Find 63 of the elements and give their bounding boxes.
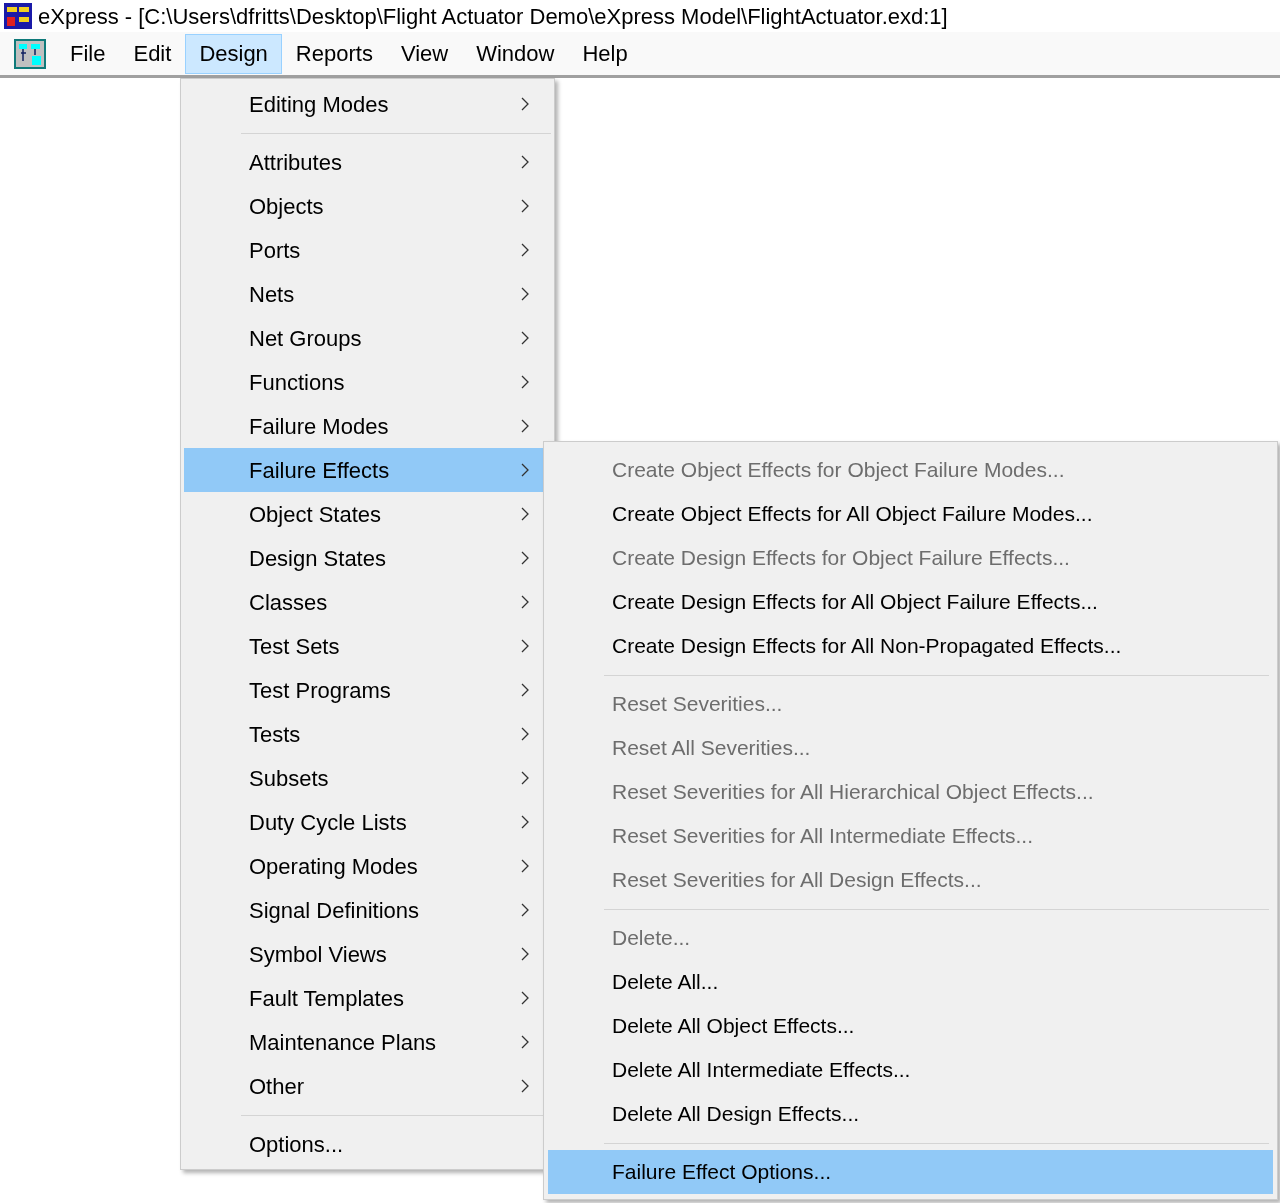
chevron-right-icon bbox=[521, 375, 529, 389]
chevron-right-icon bbox=[521, 97, 529, 111]
menu-bar-item[interactable]: Help bbox=[568, 33, 642, 74]
chevron-right-icon bbox=[521, 727, 529, 741]
menu-item[interactable]: Tests bbox=[184, 712, 551, 756]
menu-item[interactable]: Duty Cycle Lists bbox=[184, 800, 551, 844]
chevron-right-icon bbox=[521, 507, 529, 521]
menu-item[interactable]: Signal Definitions bbox=[184, 888, 551, 932]
menu-item[interactable]: Ports bbox=[184, 228, 551, 272]
chevron-right-icon bbox=[521, 551, 529, 565]
chevron-right-icon bbox=[521, 991, 529, 1005]
chevron-right-icon bbox=[521, 463, 529, 477]
menu-item[interactable]: Functions bbox=[184, 360, 551, 404]
chevron-right-icon bbox=[521, 419, 529, 433]
menu-bar-item[interactable]: Design bbox=[185, 33, 282, 74]
menu-item[interactable]: Editing Modes bbox=[184, 82, 551, 126]
menu-item[interactable]: Delete All Intermediate Effects... bbox=[548, 1048, 1273, 1092]
menu-item[interactable]: Symbol Views bbox=[184, 932, 551, 976]
chevron-right-icon bbox=[521, 683, 529, 697]
chevron-right-icon bbox=[521, 947, 529, 961]
chevron-right-icon bbox=[521, 815, 529, 829]
chevron-right-icon bbox=[521, 903, 529, 917]
menu-item[interactable]: Delete All Design Effects... bbox=[548, 1092, 1273, 1136]
menu-item[interactable]: Design States bbox=[184, 536, 551, 580]
menu-item[interactable]: Fault Templates bbox=[184, 976, 551, 1020]
chevron-right-icon bbox=[521, 639, 529, 653]
menu-item[interactable]: Operating Modes bbox=[184, 844, 551, 888]
chevron-right-icon bbox=[521, 1079, 529, 1093]
menu-item[interactable]: Create Design Effects for All Non-Propagated Effects... bbox=[548, 624, 1273, 668]
chevron-right-icon bbox=[521, 199, 529, 213]
chevron-right-icon bbox=[521, 331, 529, 345]
menu-bar-item[interactable]: File bbox=[56, 33, 120, 74]
chevron-right-icon bbox=[521, 155, 529, 169]
menu-bar-item[interactable]: View bbox=[386, 33, 463, 74]
menu-bar-item[interactable]: Edit bbox=[119, 33, 186, 74]
chevron-right-icon bbox=[521, 859, 529, 873]
menu-item[interactable]: Attributes bbox=[184, 140, 551, 184]
app-icon bbox=[4, 3, 32, 29]
menu-item[interactable]: Delete All... bbox=[548, 960, 1273, 1004]
chevron-right-icon bbox=[521, 243, 529, 257]
menu-bar-item[interactable]: Window bbox=[462, 33, 569, 74]
menu-item[interactable]: Create Design Effects for All Object Failure Effects... bbox=[548, 580, 1273, 624]
menu-item[interactable]: Objects bbox=[184, 184, 551, 228]
menu-item[interactable]: Nets bbox=[184, 272, 551, 316]
menu-item[interactable]: Classes bbox=[184, 580, 551, 624]
menu-bar-item[interactable]: Reports bbox=[281, 33, 387, 74]
menu-item[interactable]: Object States bbox=[184, 492, 551, 536]
menu-item[interactable]: Maintenance Plans bbox=[184, 1020, 551, 1064]
menu-item[interactable]: Create Object Effects for All Object Failure Modes... bbox=[548, 492, 1273, 536]
menu-item[interactable]: Test Programs bbox=[184, 668, 551, 712]
chevron-right-icon bbox=[521, 595, 529, 609]
menu-item[interactable]: Delete All Object Effects... bbox=[548, 1004, 1273, 1048]
chevron-right-icon bbox=[521, 1035, 529, 1049]
menu-item[interactable]: Failure Effect Options... bbox=[548, 1150, 1273, 1194]
chevron-right-icon bbox=[521, 287, 529, 301]
document-icon[interactable] bbox=[14, 38, 46, 69]
menu-item[interactable]: Test Sets bbox=[184, 624, 551, 668]
chevron-right-icon bbox=[521, 771, 529, 785]
menu-item[interactable]: Subsets bbox=[184, 756, 551, 800]
menu-item[interactable]: Failure Modes bbox=[184, 404, 551, 448]
window-title: eXpress - [C:\Users\dfritts\Desktop\Flight Actuator Demo\eXpress Model\FlightActuator.exd:1] bbox=[38, 2, 948, 31]
menu-item[interactable]: Other bbox=[184, 1064, 551, 1108]
menu-item[interactable]: Net Groups bbox=[184, 316, 551, 360]
